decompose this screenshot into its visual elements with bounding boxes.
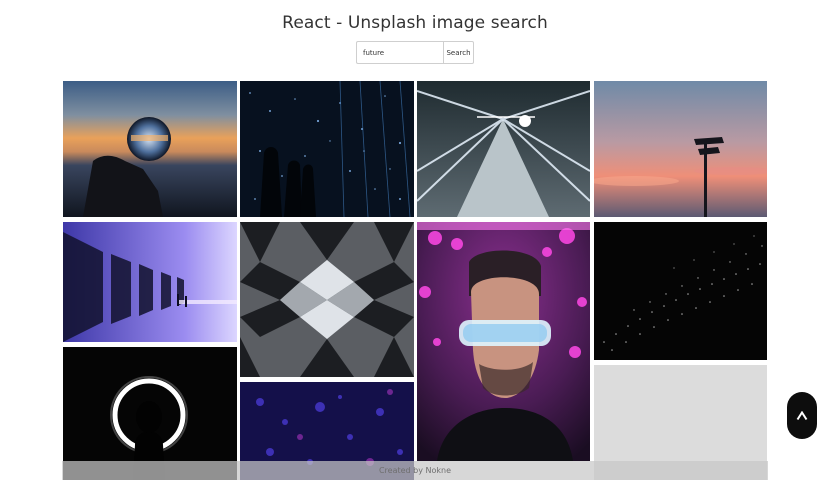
kaleidoscope-mirror-image[interactable] [240, 222, 414, 377]
moving-walkway-light-trails-image[interactable] [417, 81, 590, 217]
starry-light-tunnel-image[interactable] [240, 81, 414, 217]
page: React - Unsplash image search Search [0, 0, 830, 480]
search-button[interactable]: Search [443, 41, 474, 64]
search-form: Search [356, 41, 474, 64]
caret-up-icon [796, 410, 808, 420]
search-input[interactable] [356, 41, 443, 64]
man-futuristic-glasses-image[interactable] [417, 222, 590, 461]
footer: Created by Nokne [62, 461, 768, 480]
dark-particle-wave-image[interactable] [594, 222, 767, 360]
purple-tunnel-image[interactable] [63, 222, 237, 342]
signpost-sunset-image[interactable] [594, 81, 767, 217]
crystal-ball-sunset-image[interactable] [63, 81, 237, 217]
scroll-to-top-button[interactable] [787, 392, 817, 439]
page-title: React - Unsplash image search [282, 13, 548, 33]
